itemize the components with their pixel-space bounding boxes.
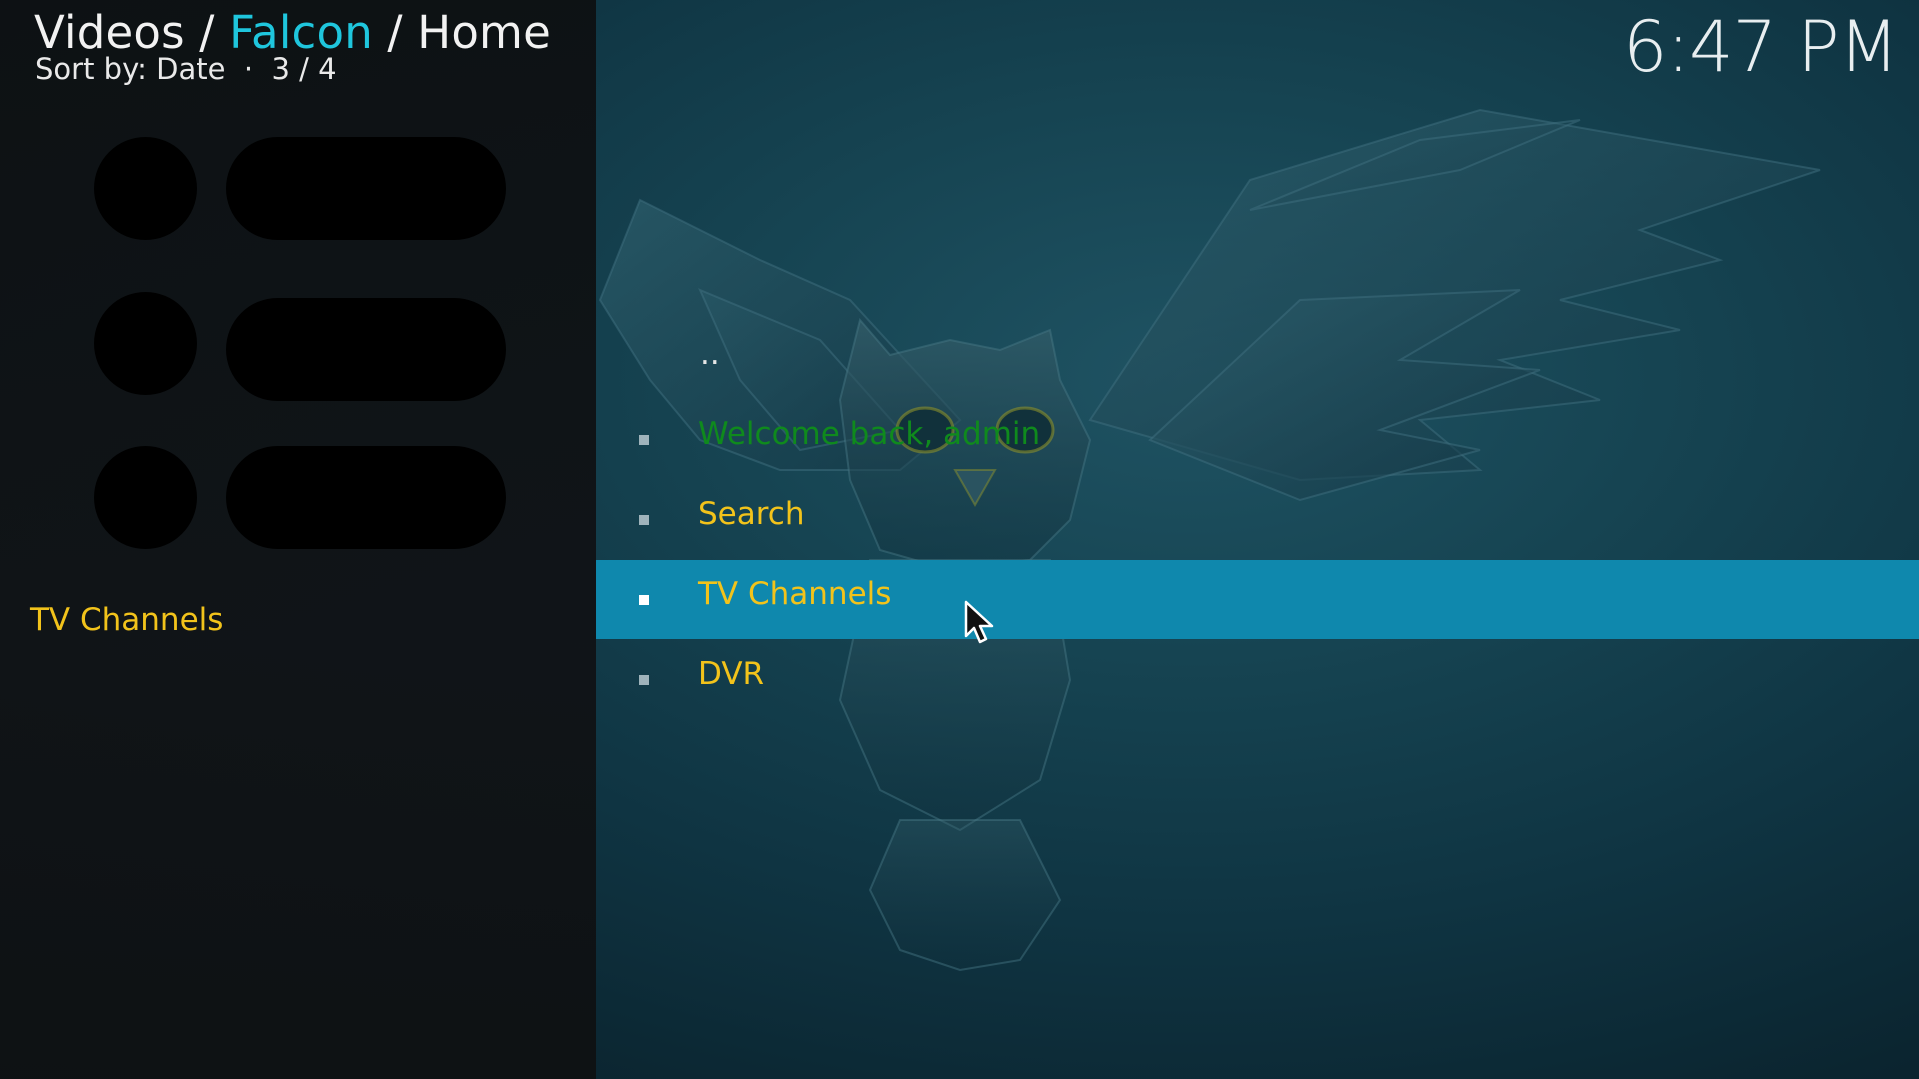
list-item-label: DVR <box>698 656 765 692</box>
list-item-tv-channels[interactable]: TV Channels <box>596 560 1919 639</box>
list-item-welcome[interactable]: Welcome back, admin <box>596 400 1919 479</box>
bullet-icon <box>639 435 649 445</box>
list-item-label: Welcome back, admin <box>698 416 1041 452</box>
sort-info: Sort by: Date · 3 / 4 <box>35 52 337 86</box>
placeholder-circle-3 <box>94 446 197 549</box>
placeholder-circle-2 <box>94 292 197 395</box>
placeholder-pill-3 <box>226 446 506 549</box>
mouse-pointer-icon <box>964 600 994 644</box>
list-item-search[interactable]: Search <box>596 480 1919 559</box>
addon-menu-list: .. Welcome back, admin Search TV Channel… <box>596 0 1919 1079</box>
breadcrumb-suffix: / Home <box>372 6 551 59</box>
selected-item-label: TV Channels <box>30 602 224 638</box>
bullet-icon <box>639 675 649 685</box>
info-side-panel: TV Channels <box>0 0 596 1079</box>
placeholder-pill-1 <box>226 137 506 240</box>
list-item-label: .. <box>700 336 720 372</box>
bullet-icon <box>639 515 649 525</box>
list-item-label: TV Channels <box>698 576 892 612</box>
bullet-icon <box>639 595 649 605</box>
list-item-label: Search <box>698 496 805 532</box>
list-item-parent-folder[interactable]: .. <box>596 328 1919 407</box>
placeholder-pill-2 <box>226 298 506 401</box>
placeholder-circle-1 <box>94 137 197 240</box>
kodi-screen: TV Channels Videos / Falcon / Home Sort … <box>0 0 1919 1079</box>
list-item-dvr[interactable]: DVR <box>596 640 1919 719</box>
